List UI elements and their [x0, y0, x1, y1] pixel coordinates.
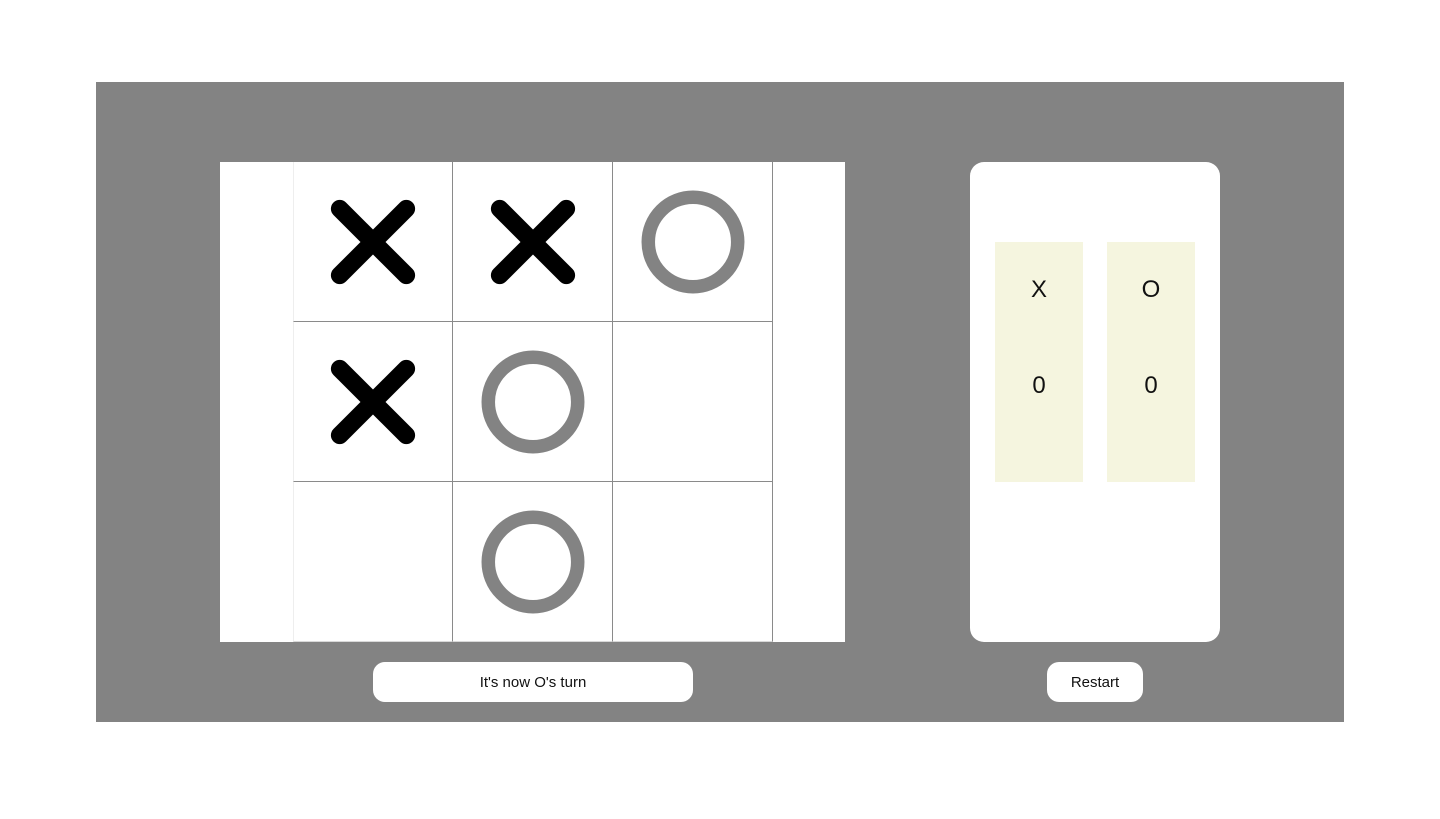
o-mark-icon [481, 510, 584, 613]
tic-tac-toe-board [293, 162, 773, 642]
o-mark-icon [641, 190, 744, 293]
player-score-o: 0 [1144, 372, 1158, 399]
x-mark-icon [330, 359, 416, 444]
board-cell[interactable] [293, 322, 453, 482]
board-cell[interactable] [613, 482, 773, 642]
x-mark-icon [490, 199, 575, 284]
board-cell[interactable] [453, 162, 613, 322]
turn-status: It's now O's turn [373, 662, 693, 702]
game-panel: It's now O's turn X 0 O 0 Restart [96, 82, 1344, 722]
x-mark-icon [330, 199, 416, 284]
board-cell[interactable] [293, 482, 453, 642]
board-cell[interactable] [293, 162, 453, 322]
restart-button[interactable]: Restart [1047, 662, 1143, 702]
board-area [220, 162, 845, 642]
board-cell[interactable] [613, 162, 773, 322]
board-cell[interactable] [453, 322, 613, 482]
player-symbol-x: X [1030, 276, 1047, 303]
board-cell[interactable] [453, 482, 613, 642]
score-column-o: O 0 [1107, 242, 1195, 482]
player-symbol-o: O [1141, 276, 1161, 303]
o-mark-icon [481, 350, 584, 453]
player-score-x: 0 [1032, 372, 1046, 399]
score-column-x: X 0 [995, 242, 1083, 482]
scoreboard: X 0 O 0 [970, 162, 1220, 642]
board-cell[interactable] [613, 322, 773, 482]
